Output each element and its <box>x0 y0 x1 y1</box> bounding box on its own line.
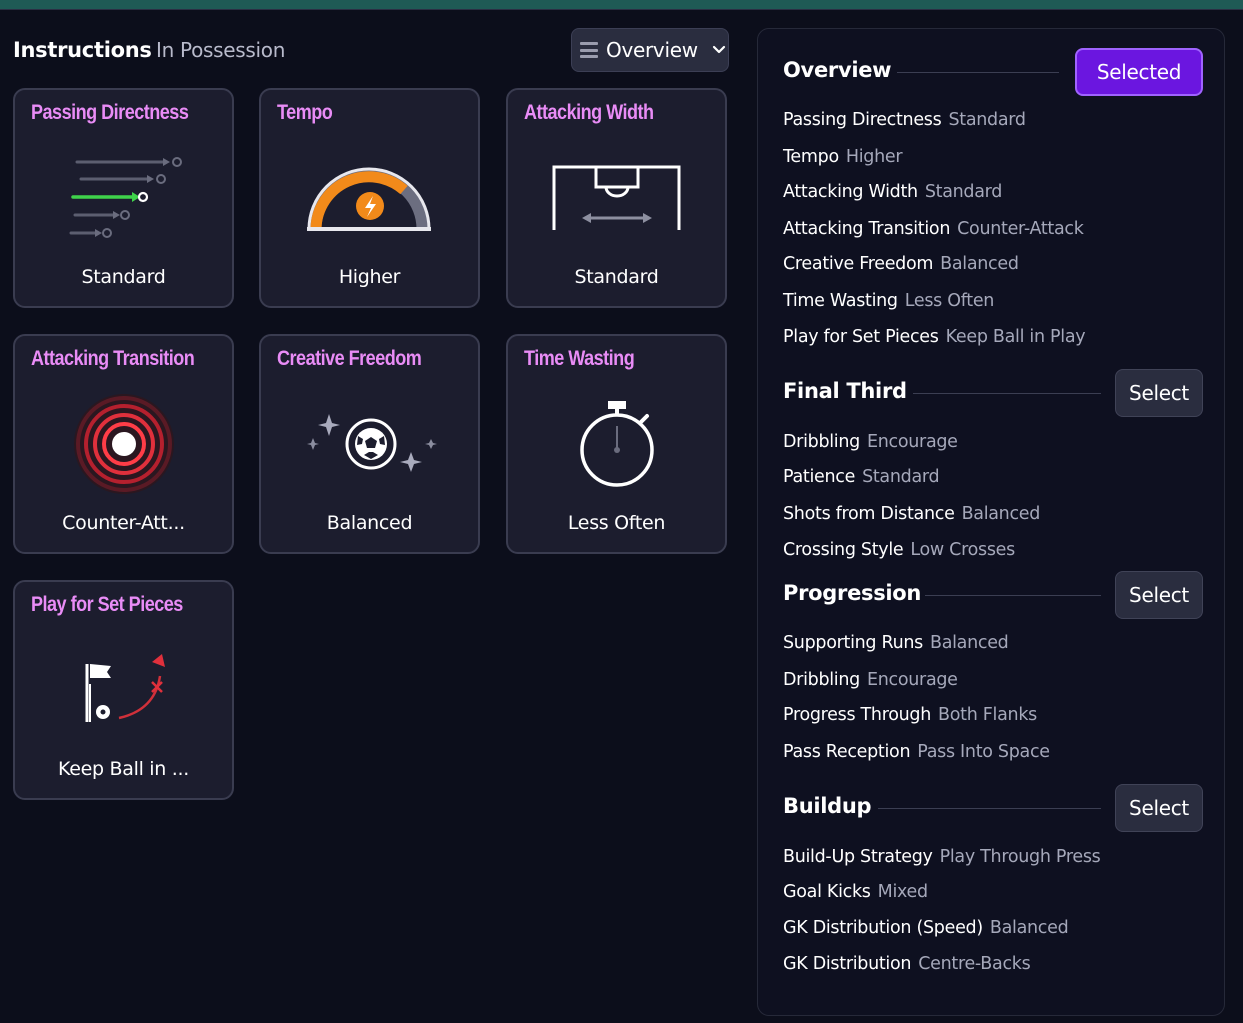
list-item: Attacking Transition Counter-Attack <box>783 219 1084 239</box>
list-icon <box>580 42 598 58</box>
select-button[interactable]: Select <box>1115 784 1203 832</box>
list-item: GK Distribution (Speed) Balanced <box>783 918 1069 938</box>
list-item: Attacking Width Standard <box>783 182 1003 202</box>
page-subtitle: In Possession <box>156 38 286 62</box>
card-attacking-transition[interactable]: Attacking Transition Counter-Att... <box>13 334 234 554</box>
card-title: Attacking Transition <box>31 347 195 370</box>
list-item: Patience Standard <box>783 467 940 487</box>
list-item: Crossing Style Low Crosses <box>783 540 1015 560</box>
divider <box>913 393 1101 394</box>
view-dropdown[interactable]: Overview <box>571 28 729 72</box>
stopwatch-icon <box>580 401 654 487</box>
card-attacking-width[interactable]: Attacking Width Standard <box>506 88 727 308</box>
section-title: Overview <box>783 58 892 82</box>
card-title: Play for Set Pieces <box>31 593 183 616</box>
ball-sparkle-icon <box>307 414 437 472</box>
card-title: Tempo <box>277 101 333 124</box>
card-title: Creative Freedom <box>277 347 422 370</box>
view-dropdown-label: Overview <box>606 38 698 62</box>
card-tempo[interactable]: Tempo Higher <box>259 88 480 308</box>
section-header-final-third: Final Third Select <box>783 369 1203 417</box>
list-item: GK Distribution Centre-Backs <box>783 954 1031 974</box>
list-item: Time Wasting Less Often <box>783 291 995 311</box>
chevron-down-icon <box>712 45 725 54</box>
card-title: Time Wasting <box>524 347 635 370</box>
list-item: Progress Through Both Flanks <box>783 705 1037 725</box>
divider <box>897 72 1059 73</box>
list-item: Dribbling Encourage <box>783 670 958 690</box>
list-item: Build-Up Strategy Play Through Press <box>783 847 1101 867</box>
overview-panel: Overview Selected Passing Directness Stan… <box>757 28 1225 1016</box>
card-creative-freedom[interactable]: Creative Freedom Balanced <box>259 334 480 554</box>
list-item: Supporting Runs Balanced <box>783 633 1009 653</box>
pitch-width-icon <box>552 165 681 230</box>
page-title: Instructions <box>13 38 152 62</box>
section-title: Progression <box>783 581 922 605</box>
list-item: Tempo Higher <box>783 147 903 167</box>
corner-flag-icon <box>85 654 165 722</box>
divider <box>878 808 1101 809</box>
divider <box>925 595 1101 596</box>
card-time-wasting[interactable]: Time Wasting Less Often <box>506 334 727 554</box>
counter-attack-target-icon <box>74 394 174 494</box>
card-title: Attacking Width <box>524 101 654 124</box>
passing-arrows-icon <box>69 157 182 238</box>
section-header-buildup: Buildup Select <box>783 784 1203 832</box>
select-button[interactable]: Select <box>1115 369 1203 417</box>
speed-gauge-icon <box>307 167 431 231</box>
section-header-overview: Overview Selected <box>783 48 1203 96</box>
card-play-for-set-pieces[interactable]: Play for Set Pieces Keep Ball in ... <box>13 580 234 800</box>
card-value: Standard <box>81 266 166 288</box>
card-value: Higher <box>338 266 401 288</box>
section-title: Final Third <box>783 379 907 403</box>
select-button[interactable]: Select <box>1115 571 1203 619</box>
card-value: Counter-Att... <box>62 512 185 534</box>
card-passing-directness[interactable]: Passing Directness Standard <box>13 88 234 308</box>
section-header-progression: Progression Select <box>783 571 1203 619</box>
card-value: Less Often <box>567 512 666 534</box>
list-item: Goal Kicks Mixed <box>783 882 928 902</box>
card-value: Standard <box>574 266 659 288</box>
card-value: Keep Ball in ... <box>58 758 189 780</box>
selected-button[interactable]: Selected <box>1075 48 1203 96</box>
list-item: Passing Directness Standard <box>783 110 1026 130</box>
list-item: Dribbling Encourage <box>783 432 958 452</box>
section-title: Buildup <box>783 794 872 818</box>
card-title: Passing Directness <box>31 101 189 124</box>
top-accent-bar <box>0 0 1243 10</box>
list-item: Pass Reception Pass Into Space <box>783 742 1050 762</box>
card-value: Balanced <box>326 512 413 534</box>
list-item: Shots from Distance Balanced <box>783 504 1041 524</box>
list-item: Play for Set Pieces Keep Ball in Play <box>783 327 1086 347</box>
list-item: Creative Freedom Balanced <box>783 254 1019 274</box>
